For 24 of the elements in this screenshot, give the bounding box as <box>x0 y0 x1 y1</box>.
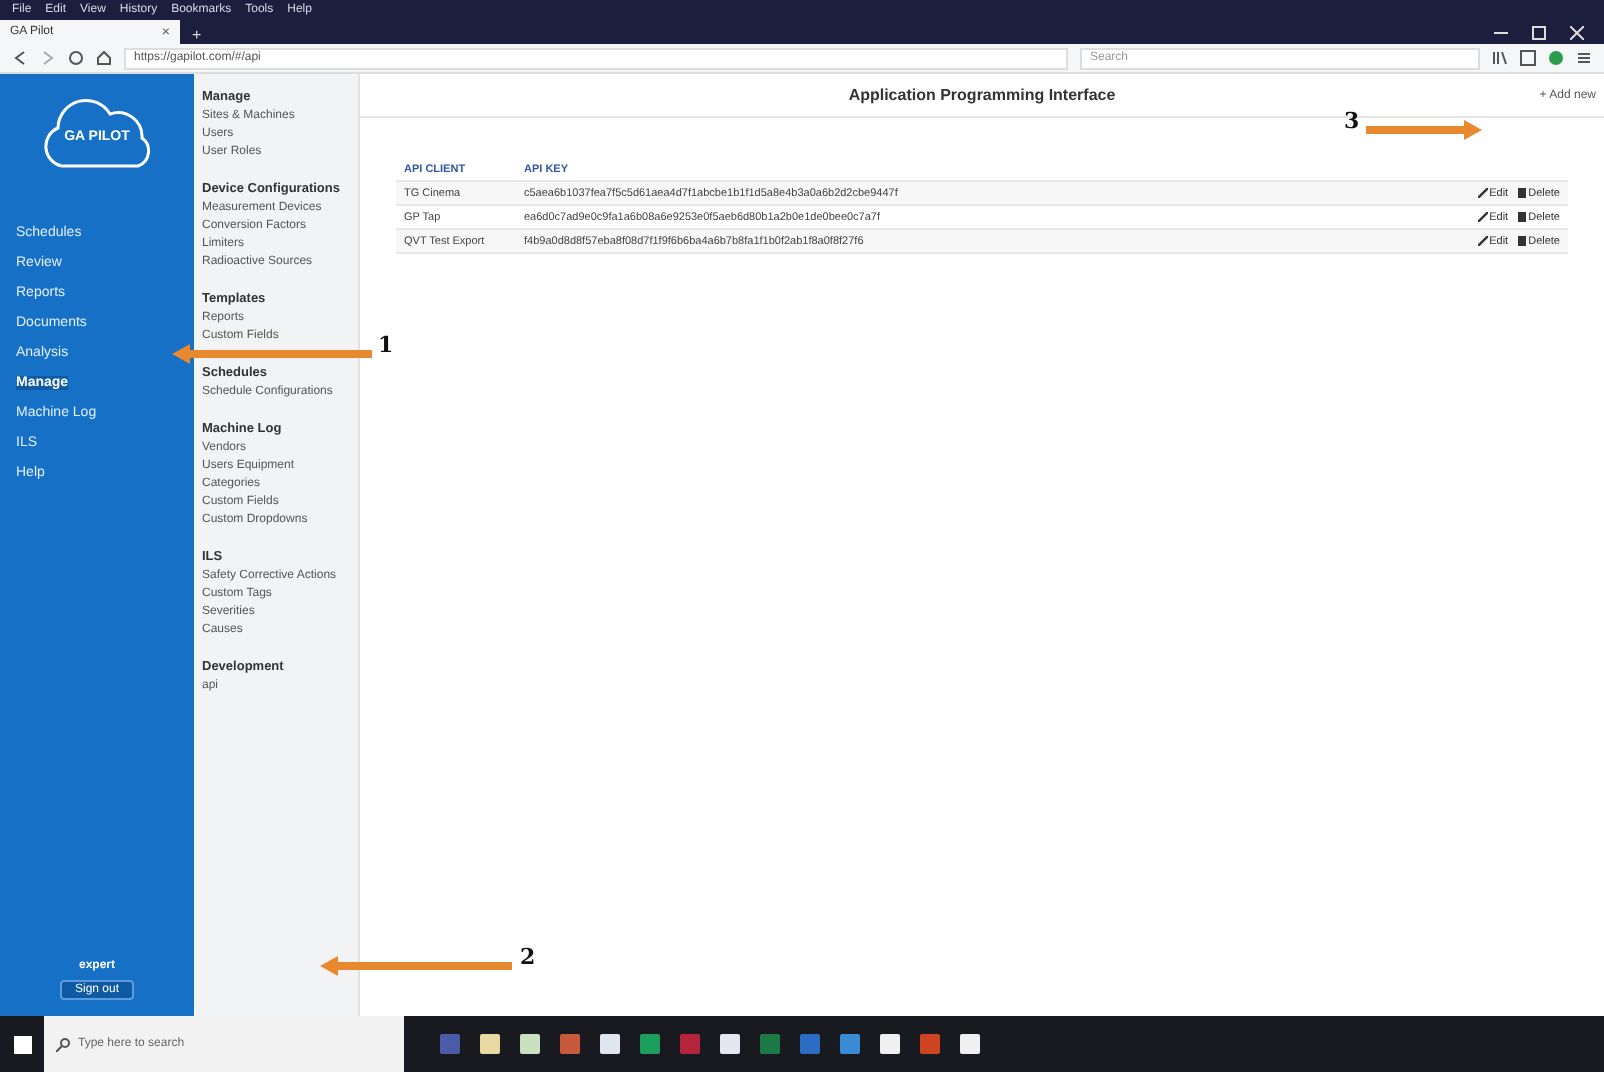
annotation-number: 3 <box>1344 108 1360 134</box>
forward-icon[interactable] <box>40 50 56 66</box>
annotation-number: 2 <box>520 944 536 970</box>
reload-icon[interactable] <box>68 50 84 66</box>
trash-icon <box>1518 212 1527 222</box>
windows-icon[interactable] <box>13 1035 31 1053</box>
library-icon[interactable] <box>1492 50 1508 66</box>
trash-icon <box>1518 236 1527 246</box>
home-icon[interactable] <box>96 50 112 66</box>
menu-icon[interactable] <box>1576 50 1592 66</box>
annotation-arrow <box>1366 120 1482 140</box>
page-title: Application Programming Interface <box>848 86 1116 104</box>
pencil-icon <box>1477 236 1488 246</box>
close-icon[interactable] <box>1570 25 1584 39</box>
pencil-icon <box>1477 188 1488 198</box>
extension-icon[interactable] <box>1548 50 1564 66</box>
trash-icon <box>1518 188 1527 198</box>
new-tab-button[interactable]: + <box>180 28 214 44</box>
sidebar-icon[interactable] <box>1520 50 1536 66</box>
pencil-icon <box>1477 212 1488 222</box>
maximize-icon[interactable] <box>1532 25 1546 39</box>
search-icon <box>56 1037 70 1051</box>
back-icon[interactable] <box>12 50 28 66</box>
annotation-number: 1 <box>378 332 394 358</box>
